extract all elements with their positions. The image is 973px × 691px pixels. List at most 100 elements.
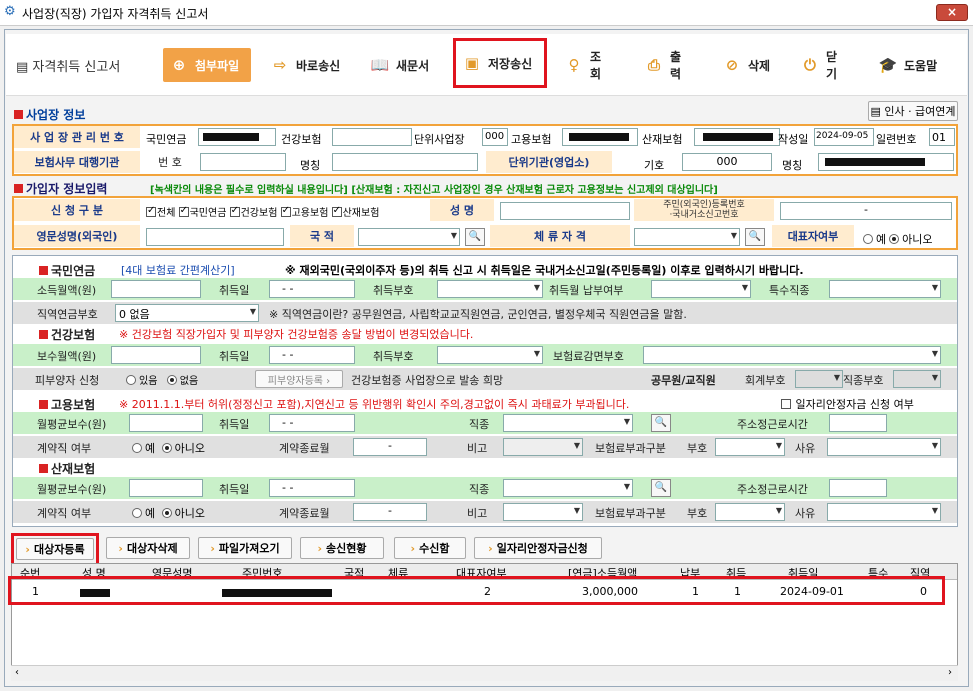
dependent-register-button[interactable]: 피부양자등록 › [255,370,343,388]
print-button[interactable]: ⎙ 출력 [638,48,698,82]
employment-notice: ※ 2011.1.1.부터 허위(정정신고 포함),지연신고 등 위반행위 확인… [119,398,630,411]
close-button[interactable]: × [936,4,968,21]
stay-label: 체 류 자 격 [490,225,630,247]
stay-select[interactable] [634,228,740,246]
check-health[interactable] [229,205,240,217]
stay-search-icon[interactable]: 🔍 [745,228,765,246]
toolbar: ▤ 자격취득 신고서 ⊕ 첨부파일 ⇨ 바로송신 📖 새문서 ▣ 저장송신 ♀ 조회 ⎙ 출… [6,34,967,96]
accident-code-select[interactable] [715,503,785,521]
employment-avg-wage-label: 월평균보수(원) [37,418,107,431]
help-button[interactable]: 🎓 도움말 [872,48,948,82]
employment-reason-select[interactable] [827,438,941,456]
hr-payroll-link-button[interactable]: ▤ 인사 · 급여연계 [868,101,958,121]
check-employment[interactable] [280,205,291,217]
unit-org-name-field[interactable] [818,153,954,171]
pension-pay-select[interactable] [651,280,751,298]
pension-code-select[interactable]: 0 없음 [115,304,259,322]
accident-note-select[interactable] [503,503,583,521]
acc-contract-no-radio[interactable] [161,508,172,518]
pension-acq-code-select[interactable] [437,280,543,298]
code-field[interactable]: 000 [682,153,772,171]
rrn-field[interactable]: - [780,202,952,220]
rep-no-radio[interactable] [889,234,900,244]
close-form-button[interactable]: ⏻ 닫기 [794,48,854,82]
import-file-button[interactable]: › 파일가져오기 [198,537,292,559]
employment-job-search-icon[interactable]: 🔍 [651,414,671,432]
employment-job-select[interactable] [503,414,633,432]
account-select[interactable] [795,370,843,388]
employment-note-select[interactable] [503,438,583,456]
accident-end-field[interactable]: - [353,503,427,521]
employment-avg-wage-field[interactable] [129,414,203,432]
send-status-button[interactable]: › 송신현황 [300,537,384,559]
scroll-left-icon[interactable]: ‹ [15,667,19,678]
calc-link[interactable]: [4대 보험료 간편계산기] [121,262,235,278]
rep-yes-radio[interactable] [863,234,873,244]
health-wage-field[interactable] [111,346,201,364]
check-accident-label: 산재보험 [342,208,380,219]
pension-special-select[interactable] [829,280,941,298]
save-send-button[interactable]: ▣ 저장송신 [453,38,547,88]
pension-acq-date-field[interactable]: - - [269,280,355,298]
employment-job-label: 직종 [469,418,490,431]
employment-no-field[interactable] [562,128,638,146]
book-icon: 📖 [370,56,390,74]
accident-avg-wage-label: 월평균보수(원) [37,483,107,496]
dep-no-radio[interactable] [166,375,177,385]
accident-job-search-icon[interactable]: 🔍 [651,479,671,497]
attach-file-button[interactable]: ⊕ 첨부파일 [163,48,251,82]
employment-acq-date-field[interactable]: - - [269,414,355,432]
pension-income-field[interactable] [111,280,201,298]
delete-target-button[interactable]: › 대상자삭제 [106,537,190,559]
acc-contract-yes-radio[interactable] [132,508,142,518]
employment-code-select[interactable] [715,438,785,456]
created-date-field[interactable]: 2024-09-05 [814,128,874,146]
serial-field[interactable]: 01 [929,128,955,146]
scroll-right-icon[interactable]: › [948,667,952,678]
nation-label: 국 적 [290,225,354,247]
accident-job-select[interactable] [503,479,633,497]
employment-contract-radio: 예 아니오 [129,440,205,456]
health-reduce-select[interactable] [643,346,941,364]
agent-name-field[interactable] [332,153,478,171]
job-support-checkbox[interactable] [781,399,791,409]
health-acq-code-select[interactable] [437,346,543,364]
job-code-select[interactable] [893,370,941,388]
dep-yes-radio[interactable] [126,375,136,385]
official-label: 공무원/교직원 [651,374,716,387]
employment-hours-field[interactable] [829,414,887,432]
employment-end-field[interactable]: - [353,438,427,456]
search-button[interactable]: ♀ 조회 [558,48,618,82]
check-all[interactable] [146,205,156,217]
inbox-button[interactable]: › 수신함 [394,537,466,559]
accident-hours-field[interactable] [829,479,887,497]
health-no-field[interactable] [332,128,412,146]
new-document-button[interactable]: 📖 새문서 [364,48,440,82]
register-target-button[interactable]: › 대상자등록 [16,538,94,560]
pension-no-field[interactable] [198,128,276,146]
nation-search-icon[interactable]: 🔍 [465,228,485,246]
accident-acq-date-field[interactable]: - - [269,479,355,497]
unit-field[interactable]: 000 [482,128,508,146]
name-field[interactable] [500,202,630,220]
check-accident[interactable] [331,205,342,217]
delete-button[interactable]: ⊘ 삭제 [716,48,778,82]
emp-contract-yes-radio[interactable] [132,443,142,453]
print-label: 출력 [669,50,681,81]
horizontal-scrollbar[interactable]: ‹ › [11,665,958,681]
accident-hours-label: 주소정근로시간 [737,483,808,496]
check-pension[interactable] [178,205,189,217]
accident-avg-wage-field[interactable] [129,479,203,497]
nation-select[interactable] [358,228,460,246]
accident-no-field[interactable] [694,128,780,146]
eng-name-field[interactable] [146,228,284,246]
delete-target-label: 대상자삭제 [126,542,178,555]
created-label: 작성일 [778,133,809,146]
emp-contract-no-radio[interactable] [161,443,172,453]
job-support-apply-button[interactable]: › 일자리안정자금신청 [474,537,602,559]
direct-send-button[interactable]: ⇨ 바로송신 [264,48,348,82]
health-acq-date-field[interactable]: - - [269,346,355,364]
acc-contract-no-label: 아니오 [174,507,205,520]
agent-number-field[interactable] [200,153,286,171]
accident-reason-select[interactable] [827,503,941,521]
